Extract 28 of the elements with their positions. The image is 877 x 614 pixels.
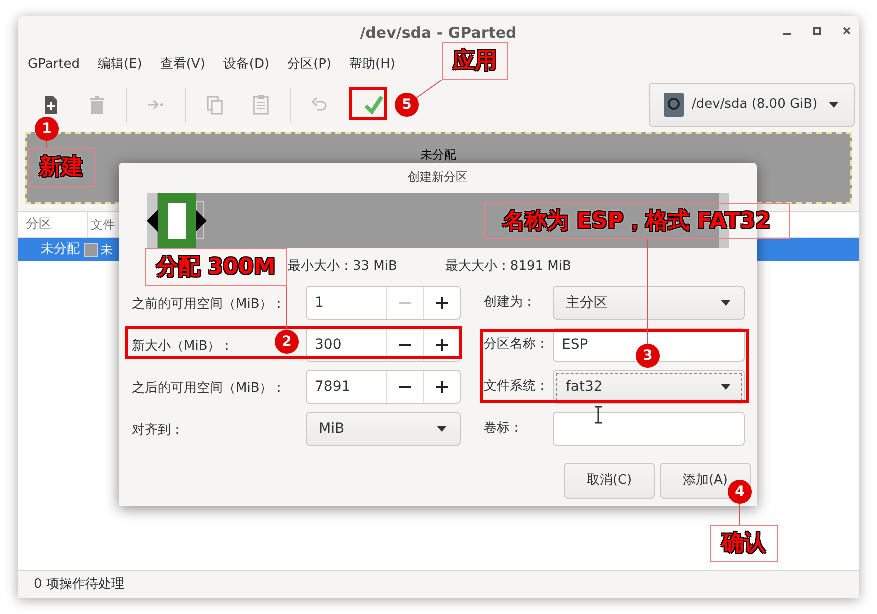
annotation-label: 确认 [710, 525, 778, 562]
annotation-label: 应用 [442, 42, 508, 80]
field-label: 分区名称： [484, 336, 550, 354]
field-label: 新大小（MiB）： [132, 339, 234, 354]
spin-value: 1 [314, 294, 325, 312]
annotation-label: 名称为 ESP，格式 FAT32 [484, 203, 790, 239]
field-label: 创建为： [484, 294, 537, 312]
min-size-text: 最小大小：33 MiB [288, 258, 398, 276]
max-size-text: 最大大小：8191 MiB [445, 258, 572, 276]
field-label: 之前的可用空间（MiB）： [132, 297, 286, 312]
status-text: 0 项操作待处理 [34, 576, 124, 594]
field-label: 卷标： [484, 420, 524, 438]
dropdown-value: MiB [319, 420, 345, 438]
spin-value: 7891 [314, 378, 352, 396]
annotation-label: 新建 [28, 148, 95, 187]
dropdown-value: 主分区 [566, 294, 608, 312]
dropdown-value: fat32 [566, 378, 603, 396]
field-label: 文件系统： [484, 378, 550, 396]
table-cell-text: 未 [101, 242, 113, 258]
table-cell-text: 未分配 [40, 240, 81, 259]
field-value: ESP [562, 336, 588, 354]
window-title: /dev/sda - GParted [360, 22, 517, 44]
spin-value: 300 [314, 336, 343, 354]
graph-label: 未分配 [420, 148, 456, 162]
annotation-label: 分配 300M [145, 248, 287, 286]
dialog-title: 创建新分区 [407, 169, 469, 186]
field-label: 之后的可用空间（MiB）： [132, 381, 286, 396]
field-label: 对齐到： [132, 423, 184, 438]
